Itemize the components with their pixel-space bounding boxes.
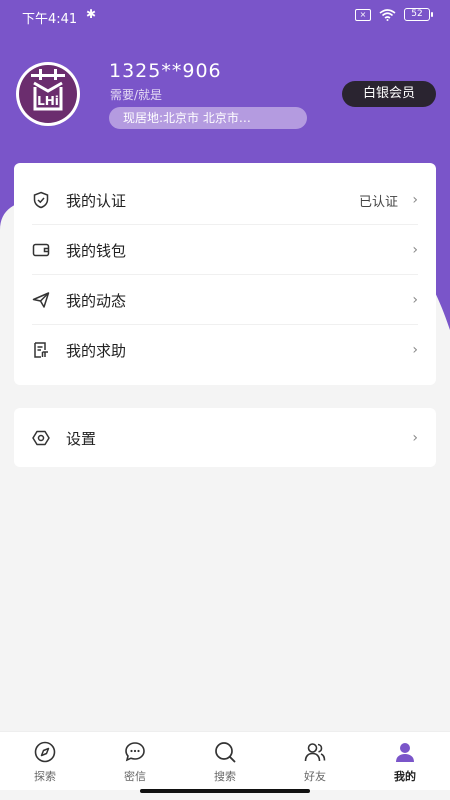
- bluetooth-icon: ✱: [86, 7, 97, 21]
- profile-icon: [396, 743, 414, 762]
- menu-card: 我的认证 已认证 › 我的钱包 › 我的动态 › 我的求助 ›: [14, 163, 436, 385]
- chevron-right-icon: ›: [412, 292, 418, 308]
- menu-item-help-requests[interactable]: 我的求助 ›: [14, 325, 436, 375]
- document-icon: [34, 342, 48, 358]
- menu-item-label: 我的认证: [66, 191, 127, 210]
- avatar[interactable]: LHi: [16, 62, 80, 126]
- menu-item-moments[interactable]: 我的动态 ›: [14, 275, 436, 325]
- tab-label: 我的: [394, 770, 416, 783]
- tab-friends[interactable]: 好友: [270, 732, 360, 790]
- menu-item-settings[interactable]: 设置 ›: [14, 413, 436, 463]
- shield-check-icon: [33, 191, 49, 209]
- sim-icon: ×: [355, 8, 371, 21]
- settings-card: 设置 ›: [14, 408, 436, 467]
- tab-explore[interactable]: 探索: [0, 732, 90, 790]
- menu-item-label: 我的钱包: [66, 241, 127, 260]
- friends-icon: [304, 743, 326, 762]
- battery-icon: 52: [404, 8, 433, 21]
- tab-label: 探索: [34, 770, 56, 783]
- location-pill[interactable]: 现居地:北京市 北京市…: [109, 107, 307, 129]
- menu-item-certification[interactable]: 我的认证 已认证 ›: [14, 175, 436, 225]
- tab-search[interactable]: 搜索: [180, 732, 270, 790]
- username: 1325**906: [109, 60, 222, 82]
- wallet-icon: [32, 243, 50, 257]
- compass-icon: [34, 741, 56, 763]
- chevron-right-icon: ›: [412, 342, 418, 358]
- menu-item-label: 设置: [66, 429, 97, 448]
- avatar-logo: LHi: [19, 65, 77, 123]
- menu-item-label: 我的动态: [66, 291, 127, 310]
- status-time: 下午4:41: [22, 12, 78, 27]
- bottom-tab-bar: 探索 密信 搜索 好友 我的: [0, 731, 450, 790]
- tab-label: 搜索: [214, 770, 236, 783]
- home-indicator: [140, 789, 310, 793]
- paper-plane-icon: [32, 292, 50, 308]
- status-bar: 下午4:41 ✱ × 52: [0, 0, 450, 32]
- chevron-right-icon: ›: [412, 242, 418, 258]
- chevron-right-icon: ›: [412, 192, 418, 208]
- chat-icon: [125, 742, 145, 762]
- search-icon: [215, 742, 236, 763]
- tab-label: 密信: [124, 770, 146, 783]
- avatar-text: LHi: [37, 94, 59, 108]
- user-subtitle: 需要/就是: [110, 88, 163, 102]
- wifi-icon: [379, 8, 396, 21]
- tab-messages[interactable]: 密信: [90, 732, 180, 790]
- tab-label: 好友: [304, 770, 326, 783]
- certification-status: 已认证: [358, 194, 398, 210]
- menu-item-label: 我的求助: [66, 341, 127, 360]
- member-badge-button[interactable]: 白银会员: [342, 81, 436, 107]
- menu-item-wallet[interactable]: 我的钱包 ›: [14, 225, 436, 275]
- settings-icon: [32, 430, 50, 446]
- chevron-right-icon: ›: [412, 430, 418, 446]
- tab-profile[interactable]: 我的: [360, 732, 450, 790]
